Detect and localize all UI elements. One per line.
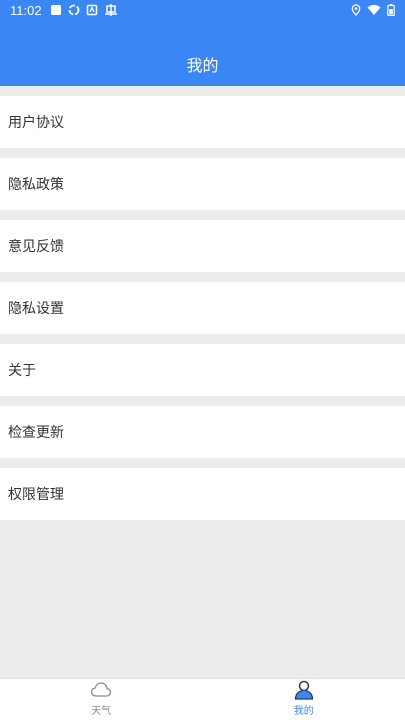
status-time: 11:02 bbox=[10, 3, 42, 18]
tab-label: 天气 bbox=[91, 706, 112, 717]
menu-item-check-update[interactable]: 检查更新 bbox=[0, 406, 405, 458]
menu-item-permission-management[interactable]: 权限管理 bbox=[0, 468, 405, 520]
menu-item-label: 关于 bbox=[8, 363, 36, 379]
tab-weather[interactable]: 天气 bbox=[0, 679, 203, 720]
menu-item-label: 隐私设置 bbox=[8, 301, 64, 317]
app-header: 11:02 我的 bbox=[0, 0, 405, 86]
menu-item-label: 用户协议 bbox=[8, 115, 64, 131]
menu-item-label: 检查更新 bbox=[8, 425, 64, 441]
menu-item-feedback[interactable]: 意见反馈 bbox=[0, 220, 405, 272]
bug-icon bbox=[104, 4, 118, 16]
wifi-icon bbox=[367, 4, 381, 16]
menu-item-privacy-settings[interactable]: 隐私设置 bbox=[0, 282, 405, 334]
tab-mine[interactable]: 我的 bbox=[203, 679, 405, 720]
menu-item-label: 权限管理 bbox=[8, 487, 64, 503]
menu-item-about[interactable]: 关于 bbox=[0, 344, 405, 396]
cloud-icon bbox=[90, 680, 112, 700]
menu-item-privacy-policy[interactable]: 隐私政策 bbox=[0, 158, 405, 210]
sync-icon bbox=[68, 4, 80, 16]
page-title: 我的 bbox=[186, 56, 219, 75]
menu-item-label: 隐私政策 bbox=[8, 177, 64, 193]
status-bar: 11:02 bbox=[0, 0, 405, 22]
android-icon bbox=[86, 4, 98, 16]
tab-label: 我的 bbox=[293, 706, 314, 717]
menu-item-label: 意见反馈 bbox=[8, 239, 64, 255]
user-icon bbox=[293, 680, 315, 700]
location-icon bbox=[351, 4, 361, 16]
bottom-tab-bar: 天气 我的 bbox=[0, 678, 405, 720]
settings-menu: 用户协议 隐私政策 意见反馈 隐私设置 关于 检查更新 权限管理 bbox=[0, 96, 405, 530]
square-icon bbox=[50, 4, 62, 16]
battery-icon bbox=[387, 4, 395, 17]
menu-item-user-agreement[interactable]: 用户协议 bbox=[0, 96, 405, 148]
